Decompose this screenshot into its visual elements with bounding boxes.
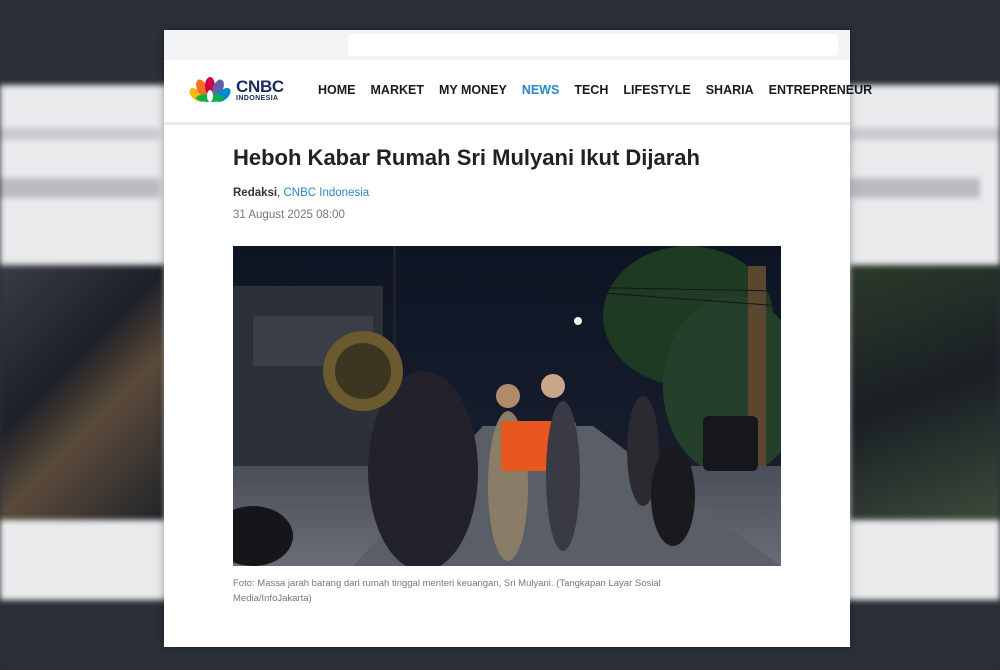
logo-subtext: INDONESIA — [236, 95, 279, 102]
article-title: Heboh Kabar Rumah Sri Mulyani Ikut Dijar… — [233, 145, 700, 170]
address-bar[interactable] — [348, 34, 838, 56]
cnbc-logo[interactable]: CNBC INDONESIA — [188, 76, 284, 104]
background-image-left — [0, 265, 165, 520]
article-date: 31 August 2025 08:00 — [233, 209, 345, 221]
nav-market[interactable]: MARKET — [371, 83, 424, 97]
nav-lifestyle[interactable]: LIFESTYLE — [623, 83, 690, 97]
background-image-right — [850, 265, 1000, 520]
background-nav-left — [0, 128, 160, 140]
article-photo[interactable] — [233, 246, 781, 566]
photo-caption: Foto: Massa jarah barang dari rumah ting… — [233, 578, 661, 604]
nav-home[interactable]: HOME — [318, 83, 356, 97]
main-nav: HOME MARKET MY MONEY NEWS TECH LIFESTYLE… — [318, 83, 887, 97]
background-nav-right — [850, 128, 1000, 140]
nav-my-money[interactable]: MY MONEY — [439, 83, 507, 97]
peacock-icon — [189, 77, 231, 102]
nav-sharia[interactable]: SHARIA — [706, 83, 754, 97]
street-night-crowd-photo-icon — [233, 246, 781, 566]
article-card: CNBC INDONESIA HOME MARKET MY MONEY NEWS… — [164, 30, 872, 647]
browser-topbar — [164, 30, 850, 60]
background-title-right — [850, 178, 980, 198]
nav-news[interactable]: NEWS — [522, 83, 560, 97]
nav-tech[interactable]: TECH — [574, 83, 608, 97]
logo-wordmark: CNBC — [236, 77, 284, 96]
nav-entrepreneur[interactable]: ENTREPRENEUR — [769, 83, 873, 97]
background-title-left — [0, 178, 160, 198]
article-byline: Redaksi, CNBC Indonesia — [233, 187, 369, 199]
byline-author: Redaksi — [233, 187, 278, 199]
byline-outlet-link[interactable]: CNBC Indonesia — [284, 187, 370, 199]
